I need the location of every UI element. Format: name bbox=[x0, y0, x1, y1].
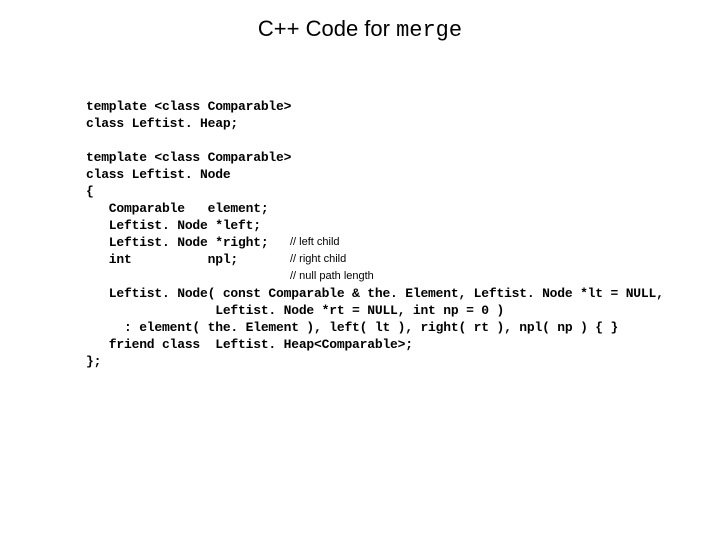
page-title: C++ Code for merge bbox=[0, 0, 720, 43]
title-prefix: C++ Code for bbox=[258, 16, 396, 41]
code-line: Leftist. Node *right; bbox=[86, 235, 268, 250]
code-line: template <class Comparable> bbox=[86, 150, 291, 165]
code-annotations: // left child // right child // null pat… bbox=[290, 234, 374, 285]
code-line: Comparable element; bbox=[86, 201, 268, 216]
code-line: : element( the. Element ), left( lt ), r… bbox=[86, 320, 618, 335]
code-line: }; bbox=[86, 354, 101, 369]
code-listing: template <class Comparable> class Leftis… bbox=[86, 98, 664, 370]
code-line: Leftist. Node( const Comparable & the. E… bbox=[86, 286, 664, 301]
annotation-right-child: // right child bbox=[290, 251, 374, 268]
title-mono: merge bbox=[396, 18, 462, 43]
code-line: class Leftist. Heap; bbox=[86, 116, 238, 131]
code-line: class Leftist. Node bbox=[86, 167, 230, 182]
annotation-npl: // null path length bbox=[290, 268, 374, 285]
code-line: { bbox=[86, 184, 94, 199]
code-line: int npl; bbox=[86, 252, 238, 267]
annotation-left-child: // left child bbox=[290, 234, 374, 251]
code-line: Leftist. Node *left; bbox=[86, 218, 261, 233]
code-line: template <class Comparable> bbox=[86, 99, 291, 114]
code-line: friend class Leftist. Heap<Comparable>; bbox=[86, 337, 413, 352]
code-line: Leftist. Node *rt = NULL, int np = 0 ) bbox=[86, 303, 504, 318]
